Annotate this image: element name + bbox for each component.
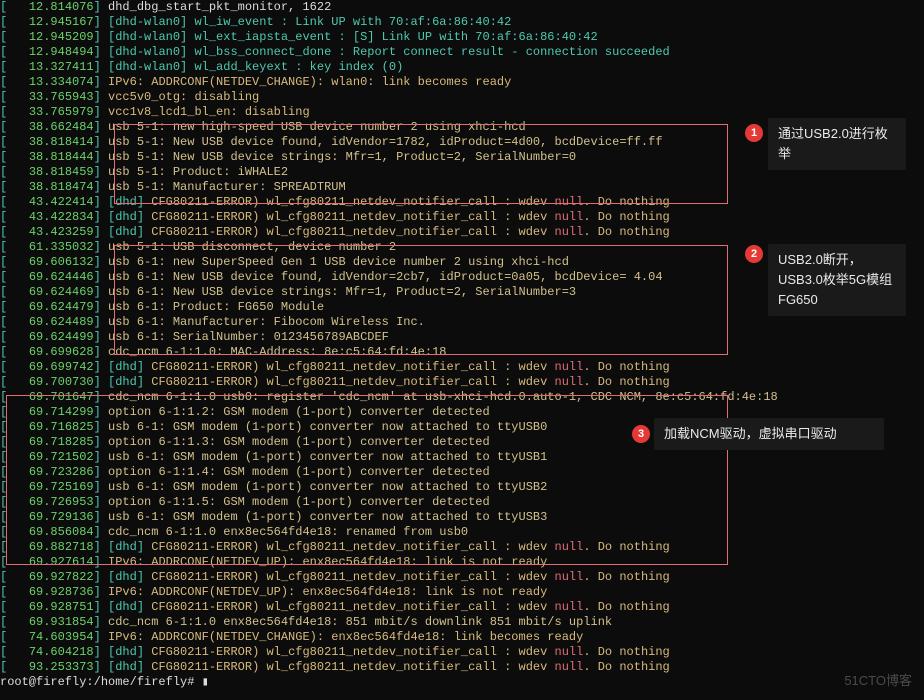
log-line: [ 69.882718] [dhd] CFG80211-ERROR) wl_cf…: [0, 540, 740, 555]
annotation-callout-1: 通过USB2.0进行枚举: [768, 118, 906, 170]
annotation-badge-3: 3: [632, 425, 650, 443]
log-line: [ 69.721502] usb 6-1: GSM modem (1-port)…: [0, 450, 740, 465]
log-line: [ 69.928736] IPv6: ADDRCONF(NETDEV_UP): …: [0, 585, 740, 600]
log-line: [ 69.856084] cdc_ncm 6-1:1.0 enx8ec564fd…: [0, 525, 740, 540]
annotation-callout-3: 加载NCM驱动，虚拟串口驱动: [654, 418, 884, 450]
annotation-badge-1: 1: [745, 124, 763, 142]
log-line: [ 69.723286] option 6-1:1.4: GSM modem (…: [0, 465, 740, 480]
log-line: [ 13.327411] [dhd-wlan0] wl_add_keyext :…: [0, 60, 740, 75]
log-line: [ 38.818459] usb 5-1: Product: iWHALE2: [0, 165, 740, 180]
log-line: [ 69.718285] option 6-1:1.3: GSM modem (…: [0, 435, 740, 450]
log-line: [ 69.726953] option 6-1:1.5: GSM modem (…: [0, 495, 740, 510]
log-line: [ 69.714299] option 6-1:1.2: GSM modem (…: [0, 405, 740, 420]
log-line: [ 69.606132] usb 6-1: new SuperSpeed Gen…: [0, 255, 740, 270]
log-line: [ 74.603954] IPv6: ADDRCONF(NETDEV_CHANG…: [0, 630, 740, 645]
log-line: [ 12.814076] dhd_dbg_start_pkt_monitor, …: [0, 0, 740, 15]
log-line: [ 38.818444] usb 5-1: New USB device str…: [0, 150, 740, 165]
shell-prompt[interactable]: root@firefly:/home/firefly# ▮: [0, 675, 740, 690]
log-line: [ 33.765979] vcc1v8_lcd1_bl_en: disablin…: [0, 105, 740, 120]
log-line: [ 69.927614] IPv6: ADDRCONF(NETDEV_UP): …: [0, 555, 740, 570]
log-line: [ 43.422834] [dhd] CFG80211-ERROR) wl_cf…: [0, 210, 740, 225]
log-line: [ 38.818414] usb 5-1: New USB device fou…: [0, 135, 740, 150]
log-line: [ 13.334074] IPv6: ADDRCONF(NETDEV_CHANG…: [0, 75, 740, 90]
log-line: [ 69.725169] usb 6-1: GSM modem (1-port)…: [0, 480, 740, 495]
log-line: [ 43.422414] [dhd] CFG80211-ERROR) wl_cf…: [0, 195, 740, 210]
log-line: [ 38.662484] usb 5-1: new high-speed USB…: [0, 120, 740, 135]
log-line: [ 33.765943] vcc5v0_otg: disabling: [0, 90, 740, 105]
log-line: [ 43.423259] [dhd] CFG80211-ERROR) wl_cf…: [0, 225, 740, 240]
log-line: [ 69.700730] [dhd] CFG80211-ERROR) wl_cf…: [0, 375, 740, 390]
log-line: [ 69.624469] usb 6-1: New USB device str…: [0, 285, 740, 300]
terminal-output[interactable]: [ 12.814076] dhd_dbg_start_pkt_monitor, …: [0, 0, 740, 700]
log-line: [ 69.729136] usb 6-1: GSM modem (1-port)…: [0, 510, 740, 525]
log-line: [ 12.948494] [dhd-wlan0] wl_bss_connect_…: [0, 45, 740, 60]
log-line: [ 69.624446] usb 6-1: New USB device fou…: [0, 270, 740, 285]
log-line: [ 69.624489] usb 6-1: Manufacturer: Fibo…: [0, 315, 740, 330]
log-line: [ 69.931854] cdc_ncm 6-1:1.0 enx8ec564fd…: [0, 615, 740, 630]
annotation-callout-2: USB2.0断开，USB3.0枚举5G模组FG650: [768, 244, 906, 316]
log-line: [ 69.624499] usb 6-1: SerialNumber: 0123…: [0, 330, 740, 345]
log-line: [ 74.604218] [dhd] CFG80211-ERROR) wl_cf…: [0, 645, 740, 660]
log-line: [ 61.335032] usb 5-1: USB disconnect, de…: [0, 240, 740, 255]
log-line: [ 38.818474] usb 5-1: Manufacturer: SPRE…: [0, 180, 740, 195]
log-line: [ 69.701647] cdc_ncm 6-1:1.0 usb0: regis…: [0, 390, 740, 405]
log-line: [ 69.927822] [dhd] CFG80211-ERROR) wl_cf…: [0, 570, 740, 585]
log-line: [ 69.624479] usb 6-1: Product: FG650 Mod…: [0, 300, 740, 315]
log-line: [ 69.699742] [dhd] CFG80211-ERROR) wl_cf…: [0, 360, 740, 375]
log-line: [ 93.253373] [dhd] CFG80211-ERROR) wl_cf…: [0, 660, 740, 675]
log-line: [ 69.928751] [dhd] CFG80211-ERROR) wl_cf…: [0, 600, 740, 615]
log-line: [ 69.699628] cdc_ncm 6-1:1.0: MAC-Addres…: [0, 345, 740, 360]
log-line: [ 12.945167] [dhd-wlan0] wl_iw_event : L…: [0, 15, 740, 30]
annotation-badge-2: 2: [745, 245, 763, 263]
log-line: [ 69.716825] usb 6-1: GSM modem (1-port)…: [0, 420, 740, 435]
log-line: [ 12.945209] [dhd-wlan0] wl_ext_iapsta_e…: [0, 30, 740, 45]
watermark: 51CTO博客: [844, 673, 912, 688]
